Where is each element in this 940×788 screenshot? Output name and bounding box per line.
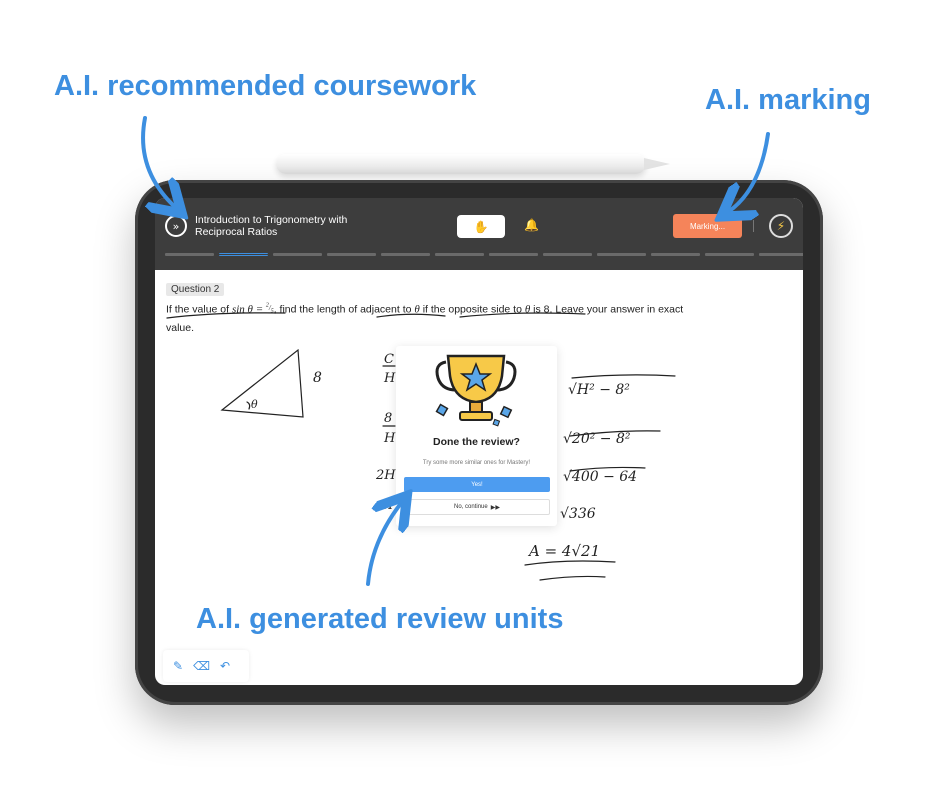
annotation-marking: A.I. marking (705, 84, 871, 116)
underline-adjacent (376, 313, 446, 318)
triangle-angle-label: θ (251, 398, 258, 411)
work-answer: A = 4√21 (527, 542, 600, 560)
work-line: √400 − 64 (563, 469, 637, 485)
underline-sin (166, 312, 286, 319)
annotation-review: A.I. generated review units (196, 603, 564, 635)
no-continue-button[interactable]: No, continue ▶▶ (404, 499, 550, 515)
stylus-pencil (276, 154, 646, 174)
yes-button[interactable]: Yes! (404, 477, 550, 492)
trophy-icon (432, 350, 520, 437)
underline-opposite (459, 312, 586, 318)
annotation-coursework: A.I. recommended coursework (54, 70, 477, 102)
triangle (220, 348, 304, 418)
modal-title: Done the review? (433, 436, 520, 448)
fast-forward-icon: ▶▶ (490, 504, 500, 511)
no-continue-label: No, continue (454, 504, 488, 510)
work-line: √336 (560, 506, 596, 522)
stylus-tip (644, 158, 670, 170)
work-line: √20² − 8² (563, 431, 631, 447)
work-term: 2H (375, 468, 396, 483)
answer-underline (524, 560, 616, 566)
drawing-toolbar: ✎ ⌫ ↶ (163, 650, 249, 682)
review-modal: Done the review? Try some more similar o… (396, 346, 557, 526)
angle-arc (246, 401, 251, 410)
modal-subtitle: Try some more similar ones for Mastery! (422, 460, 531, 466)
undo-icon[interactable]: ↶ (220, 659, 230, 673)
work-fraction: 8 (384, 411, 392, 426)
work-fraction: C (384, 352, 394, 367)
eraser-icon[interactable]: ⌫ (193, 659, 210, 673)
answer-underline (539, 575, 606, 581)
work-line: √H² − 8² (568, 382, 630, 398)
overline (571, 374, 676, 379)
work-term: H (381, 498, 394, 513)
work-fraction: H (383, 371, 396, 386)
pen-icon[interactable]: ✎ (173, 659, 183, 673)
triangle-side-label: 8 (313, 370, 322, 386)
work-fraction: H (383, 431, 396, 446)
